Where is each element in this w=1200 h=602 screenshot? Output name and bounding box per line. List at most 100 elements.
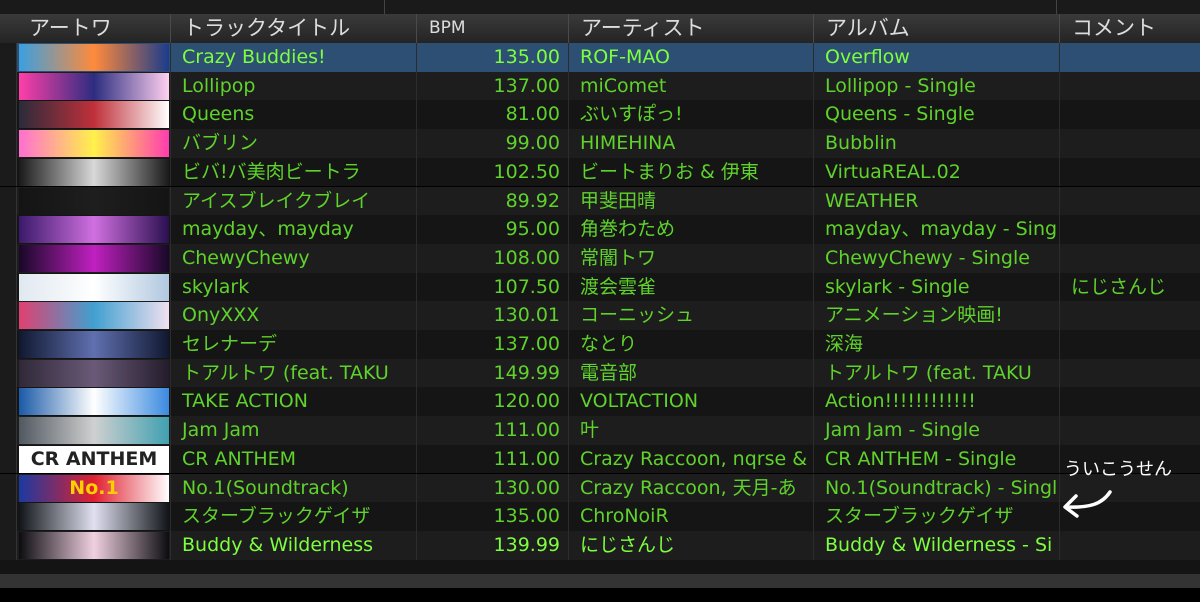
table-row[interactable]: skylark 107.50 渡会雲雀 skylark - Single にじさんじ — [0, 272, 1200, 302]
track-album: skylark - Single — [814, 272, 1060, 302]
track-comment: にじさんじ — [1071, 275, 1167, 298]
track-title: ビバ!バ美肉ビートラ — [171, 157, 417, 187]
row-gutter — [0, 330, 17, 359]
album-artwork — [19, 359, 169, 387]
column-header-bar: アートワ トラックタイトル BPM アーティスト アルバム コメント — [0, 14, 1200, 44]
table-row[interactable]: mayday、mayday 95.00 角巻わため mayday、mayday - S… — [0, 215, 1200, 244]
album-artwork — [19, 388, 169, 416]
track-artist: Crazy Raccoon, 天月-あ — [569, 473, 814, 503]
track-bpm: 139.99 — [417, 530, 569, 560]
column-header-artwork[interactable]: アートワ — [17, 14, 171, 43]
track-title: スターブラックゲイザ — [171, 502, 417, 531]
column-header-title[interactable]: トラックタイトル — [171, 14, 417, 43]
table-row[interactable]: セレナーデ 137.00 なとり 深海 — [0, 330, 1200, 359]
row-gutter — [0, 129, 17, 158]
row-gutter — [0, 215, 17, 244]
row-gutter — [0, 416, 17, 445]
track-bpm: 89.92 — [417, 186, 569, 216]
track-artist: 電音部 — [569, 358, 814, 388]
track-album: Bubblin — [814, 129, 1060, 158]
track-bpm: 111.00 — [417, 444, 569, 474]
horizontal-scrollbar[interactable] — [0, 574, 1200, 588]
track-comment — [1060, 244, 1200, 273]
table-row[interactable]: トアルトワ (feat. TAKU 149.99 電音部 トアルトワ (feat. T… — [0, 358, 1200, 388]
track-artist: Crazy Raccoon, nqrse & — [569, 444, 814, 474]
track-bpm: 137.00 — [417, 330, 569, 359]
track-album: 深海 — [814, 330, 1060, 359]
track-comment — [1060, 301, 1200, 330]
column-header-bpm[interactable]: BPM — [417, 14, 569, 43]
album-artwork — [19, 101, 169, 129]
row-gutter — [0, 473, 17, 503]
row-gutter — [0, 301, 17, 330]
table-row[interactable]: スターブラックゲイザ 135.00 ChroNoiR スターブラックゲイザ — [0, 502, 1200, 531]
table-row[interactable]: Queens 81.00 ぶいすぽっ! Queens - Single — [0, 100, 1200, 130]
track-title: トアルトワ (feat. TAKU — [171, 358, 417, 388]
table-row[interactable]: ビバ!バ美肉ビートラ 102.50 ビートまりお & 伊東 VirtuaREAL.02 — [0, 157, 1200, 187]
artwork-text: No.1 — [69, 476, 119, 499]
table-row[interactable]: バブリン 99.00 HIMEHINA Bubblin — [0, 129, 1200, 158]
column-header-album[interactable]: アルバム — [814, 14, 1060, 43]
top-toolbar-strip — [0, 0, 1200, 14]
track-album: Lollipop - Single — [814, 71, 1060, 101]
track-album: VirtuaREAL.02 — [814, 157, 1060, 187]
album-artwork — [19, 417, 169, 445]
track-bpm: 130.01 — [417, 301, 569, 330]
album-artwork — [19, 331, 169, 358]
row-gutter — [0, 502, 17, 531]
column-header-comment[interactable]: コメント — [1060, 14, 1200, 43]
album-artwork — [19, 244, 169, 272]
track-artist: ROF-MAO — [569, 43, 814, 72]
track-album: ChewyChewy - Single — [814, 243, 1060, 273]
table-row[interactable]: CR ANTHEM CR ANTHEM 111.00 Crazy Raccoon, n… — [0, 444, 1200, 474]
track-title: Lollipop — [171, 71, 417, 101]
track-title: OnyXXX — [171, 301, 417, 330]
table-row[interactable]: No.1 No.1(Soundtrack) 130.00 Crazy Raccoon,… — [0, 473, 1200, 503]
track-album: トアルトワ (feat. TAKU — [814, 358, 1060, 388]
track-title: セレナーデ — [171, 330, 417, 359]
table-row[interactable]: Crazy Buddies! 135.00 ROF-MAO Overflow — [0, 43, 1200, 72]
row-gutter — [0, 100, 17, 130]
album-artwork: No.1 — [19, 474, 169, 502]
row-gutter — [0, 157, 17, 187]
row-gutter — [0, 444, 17, 474]
hand-drawn-arrow-icon — [1063, 490, 1112, 518]
table-row[interactable]: OnyXXX 130.01 コーニッシュ アニメーション映画! — [0, 301, 1200, 330]
track-artist: なとり — [569, 330, 814, 359]
row-gutter — [0, 358, 17, 388]
track-comment — [1060, 187, 1200, 216]
track-title: CR ANTHEM — [171, 444, 417, 474]
row-gutter — [0, 272, 17, 302]
track-title: Crazy Buddies! — [171, 43, 417, 72]
track-album: CR ANTHEM - Single — [814, 444, 1060, 474]
track-artist: コーニッシュ — [569, 301, 814, 330]
album-artwork — [19, 130, 169, 158]
track-bpm: 102.50 — [417, 157, 569, 187]
track-title: ChewyChewy — [171, 243, 417, 273]
row-gutter — [0, 243, 17, 273]
track-comment — [1060, 330, 1200, 359]
table-row[interactable]: Buddy & Wilderness 139.99 にじさんじ Buddy & Wil… — [0, 530, 1200, 560]
track-comment — [1060, 100, 1200, 129]
track-bpm: 95.00 — [417, 215, 569, 244]
track-bpm: 108.00 — [417, 243, 569, 273]
table-row[interactable]: Lollipop 137.00 miComet Lollipop - Single — [0, 71, 1200, 101]
track-title: Jam Jam — [171, 416, 417, 445]
track-bpm: 149.99 — [417, 358, 569, 388]
track-title: バブリン — [171, 129, 417, 158]
column-header-artist[interactable]: アーティスト — [569, 14, 814, 43]
table-row[interactable]: アイスブレイクブレイ 89.92 甲斐田晴 WEATHER — [0, 186, 1200, 216]
table-row[interactable]: Jam Jam 111.00 叶 Jam Jam - Single — [0, 416, 1200, 445]
track-artist: 常闇トワ — [569, 243, 814, 273]
track-bpm: 130.00 — [417, 473, 569, 503]
track-album: Buddy & Wilderness - Si — [814, 530, 1060, 560]
row-gutter — [0, 530, 17, 560]
track-title: アイスブレイクブレイ — [171, 186, 417, 216]
track-title: Buddy & Wilderness — [171, 530, 417, 560]
album-artwork — [19, 158, 169, 186]
table-row[interactable]: TAKE ACTION 120.00 VOLTACTION Action!!!!!!!… — [0, 387, 1200, 417]
track-comment — [1060, 215, 1200, 244]
table-row[interactable]: ChewyChewy 108.00 常闇トワ ChewyChewy - Single — [0, 243, 1200, 273]
track-bpm: 137.00 — [417, 71, 569, 101]
track-title: skylark — [171, 272, 417, 302]
